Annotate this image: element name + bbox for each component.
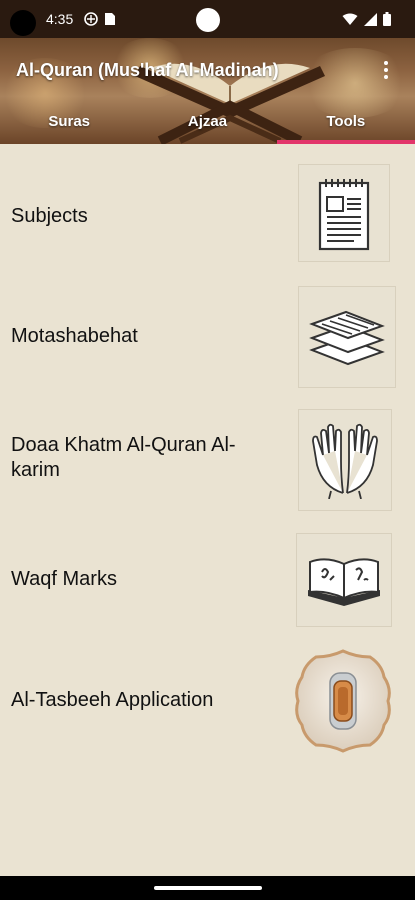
more-vert-icon [384,75,388,79]
battery-icon [383,12,391,26]
list-item-doaa-khatm[interactable]: Doaa Khatm Al-Quran Al-karim [0,409,415,511]
list-item-subjects[interactable]: Subjects [0,164,415,264]
list-item-label: Doaa Khatm Al-Quran Al-karim [11,434,236,481]
tab-indicator [277,140,415,144]
list-item-label: Al-Tasbeeh Application [11,689,214,711]
notepad-icon [298,164,390,262]
app-title: Al-Quran (Mus'haf Al-Madinah) [16,60,279,80]
tab-tools[interactable]: Tools [277,110,415,140]
list-item-label: Subjects [11,205,88,227]
more-vert-icon [384,61,388,65]
tasbeeh-icon [291,646,395,756]
tab-ajzaa[interactable]: Ajzaa [138,110,276,140]
signal-icon [364,12,377,26]
overflow-menu-button[interactable] [376,56,396,84]
list-item-label: Waqf Marks [11,568,117,590]
status-bar: 4:35 [0,0,415,38]
app-header: Al-Quran (Mus'haf Al-Madinah) Suras Ajza… [0,38,415,144]
sim-card-icon [105,13,115,25]
home-gesture-handle[interactable] [154,886,262,890]
list-item-label: Motashabehat [11,325,138,347]
vpn-icon [84,12,98,26]
tab-bar: Suras Ajzaa Tools [0,110,415,140]
front-camera [196,8,220,32]
praying-hands-icon [298,409,392,511]
wifi-icon [342,13,358,25]
layers-icon [298,286,396,388]
more-vert-icon [384,68,388,72]
list-item-waqf-marks[interactable]: Waqf Marks [0,533,415,627]
list-item-motashabehat[interactable]: Motashabehat [0,286,415,388]
open-book-icon [296,533,392,627]
status-time: 4:35 [46,11,74,27]
list-item-tasbeeh[interactable]: Al-Tasbeeh Application [0,646,415,756]
camera-cutout [10,10,36,36]
system-nav-bar [0,876,415,900]
tab-suras[interactable]: Suras [0,110,138,140]
